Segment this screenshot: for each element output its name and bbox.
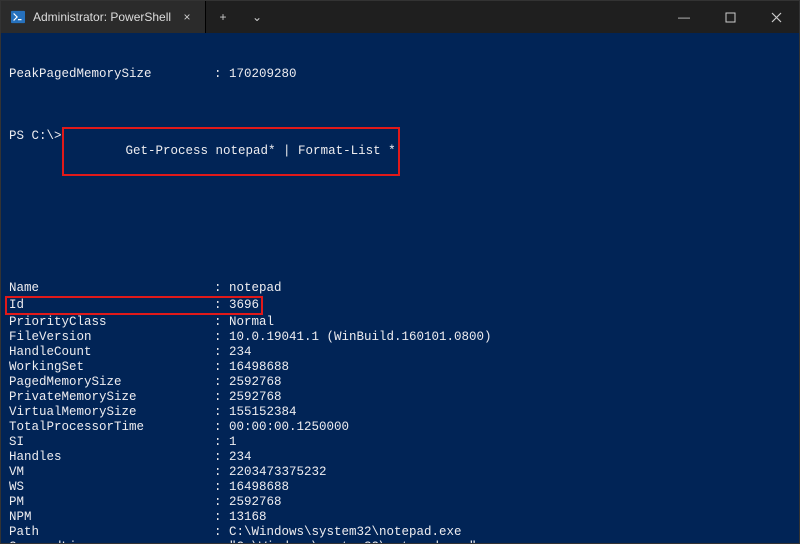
colon: :: [214, 375, 229, 390]
prop-value: 1: [229, 435, 791, 450]
output-row: TotalProcessorTime:00:00:00.1250000: [9, 420, 791, 435]
prop-value: 16498688: [229, 480, 791, 495]
prop-key: PeakPagedMemorySize: [9, 67, 214, 82]
colon: :: [214, 281, 229, 296]
prop-value: 234: [229, 345, 791, 360]
prop-key: VM: [9, 465, 214, 480]
colon: :: [214, 525, 229, 540]
maximize-button[interactable]: [707, 1, 753, 33]
prop-key: WS: [9, 480, 214, 495]
prop-key: FileVersion: [9, 330, 214, 345]
prop-key: Path: [9, 525, 214, 540]
powershell-icon: [11, 10, 25, 24]
prop-key: NPM: [9, 510, 214, 525]
prop-key: PM: [9, 495, 214, 510]
colon: :: [214, 465, 229, 480]
prop-key: HandleCount: [9, 345, 214, 360]
colon: :: [214, 345, 229, 360]
prop-key: Handles: [9, 450, 214, 465]
colon: :: [214, 315, 229, 330]
output-row: SI:1: [9, 435, 791, 450]
colon: :: [214, 330, 229, 345]
prop-key: PrivateMemorySize: [9, 390, 214, 405]
prop-key: SI: [9, 435, 214, 450]
colon: :: [214, 495, 229, 510]
colon: :: [214, 360, 229, 375]
tab-dropdown-button[interactable]: ⌄: [240, 1, 274, 33]
output-row: Name:notepad: [9, 281, 791, 296]
prop-value: 2592768: [229, 390, 791, 405]
blank-line: [9, 221, 791, 236]
output-row: NPM:13168: [9, 510, 791, 525]
prop-value: "C:\Windows\system32\notepad.exe": [229, 540, 791, 543]
output-row: PagedMemorySize:2592768: [9, 375, 791, 390]
output-row: WS:16498688: [9, 480, 791, 495]
prop-value: 2592768: [229, 495, 791, 510]
prompt-prefix: PS C:\>: [9, 129, 62, 144]
command-text: Get-Process notepad* | Format-List *: [126, 144, 396, 158]
colon: :: [214, 298, 229, 313]
prop-key: PagedMemorySize: [9, 375, 214, 390]
output-row: VM:2203473375232: [9, 465, 791, 480]
prop-value: 155152384: [229, 405, 791, 420]
prop-value: notepad: [229, 281, 791, 296]
colon: :: [214, 450, 229, 465]
output-row: VirtualMemorySize:155152384: [9, 405, 791, 420]
output-row: FileVersion:10.0.19041.1 (WinBuild.16010…: [9, 330, 791, 345]
output-row: PriorityClass:Normal: [9, 315, 791, 330]
window-controls: —: [661, 1, 799, 33]
prompt-line: PS C:\> Get-Process notepad* | Format-Li…: [9, 127, 791, 176]
prop-value: 16498688: [229, 360, 791, 375]
output-row: Id:3696: [9, 296, 791, 315]
command-highlight: Get-Process notepad* | Format-List *: [62, 127, 400, 176]
output-row: CommandLine:"C:\Windows\system32\notepad…: [9, 540, 791, 543]
prop-key: Name: [9, 281, 214, 296]
colon: :: [214, 540, 229, 543]
prop-value: 00:00:00.1250000: [229, 420, 791, 435]
prop-value: 234: [229, 450, 791, 465]
output-row: PeakPagedMemorySize : 170209280: [9, 67, 791, 82]
prop-key: TotalProcessorTime: [9, 420, 214, 435]
colon: :: [214, 390, 229, 405]
colon: :: [214, 420, 229, 435]
tab-close-button[interactable]: ×: [179, 9, 195, 25]
prop-value: 10.0.19041.1 (WinBuild.160101.0800): [229, 330, 791, 345]
output-row: PrivateMemorySize:2592768: [9, 390, 791, 405]
prop-value: 3696: [229, 298, 259, 313]
prop-key: VirtualMemorySize: [9, 405, 214, 420]
output-row: PM:2592768: [9, 495, 791, 510]
prop-value: 13168: [229, 510, 791, 525]
prop-key: WorkingSet: [9, 360, 214, 375]
close-window-button[interactable]: [753, 1, 799, 33]
terminal-pane[interactable]: PeakPagedMemorySize : 170209280 PS C:\> …: [1, 33, 799, 543]
new-tab-button[interactable]: +: [206, 1, 240, 33]
colon: :: [214, 405, 229, 420]
window: Administrator: PowerShell × + ⌄ — PeakPa…: [0, 0, 800, 544]
prop-key: PriorityClass: [9, 315, 214, 330]
colon: :: [214, 480, 229, 495]
colon: :: [214, 67, 229, 82]
prop-value: 2592768: [229, 375, 791, 390]
colon: :: [214, 435, 229, 450]
tab-title: Administrator: PowerShell: [33, 10, 171, 24]
prop-key: Id: [9, 298, 214, 313]
prop-value: 2203473375232: [229, 465, 791, 480]
output-row: Path:C:\Windows\system32\notepad.exe: [9, 525, 791, 540]
output-row: HandleCount:234: [9, 345, 791, 360]
colon: :: [214, 510, 229, 525]
minimize-button[interactable]: —: [661, 1, 707, 33]
output-row: WorkingSet:16498688: [9, 360, 791, 375]
prop-value: 170209280: [229, 67, 791, 82]
titlebar: Administrator: PowerShell × + ⌄ —: [1, 1, 799, 33]
tab-powershell[interactable]: Administrator: PowerShell ×: [1, 1, 206, 33]
output-row: Handles:234: [9, 450, 791, 465]
prop-value: C:\Windows\system32\notepad.exe: [229, 525, 791, 540]
prop-key: CommandLine: [9, 540, 214, 543]
id-highlight: Id:3696: [5, 296, 263, 315]
prop-value: Normal: [229, 315, 791, 330]
